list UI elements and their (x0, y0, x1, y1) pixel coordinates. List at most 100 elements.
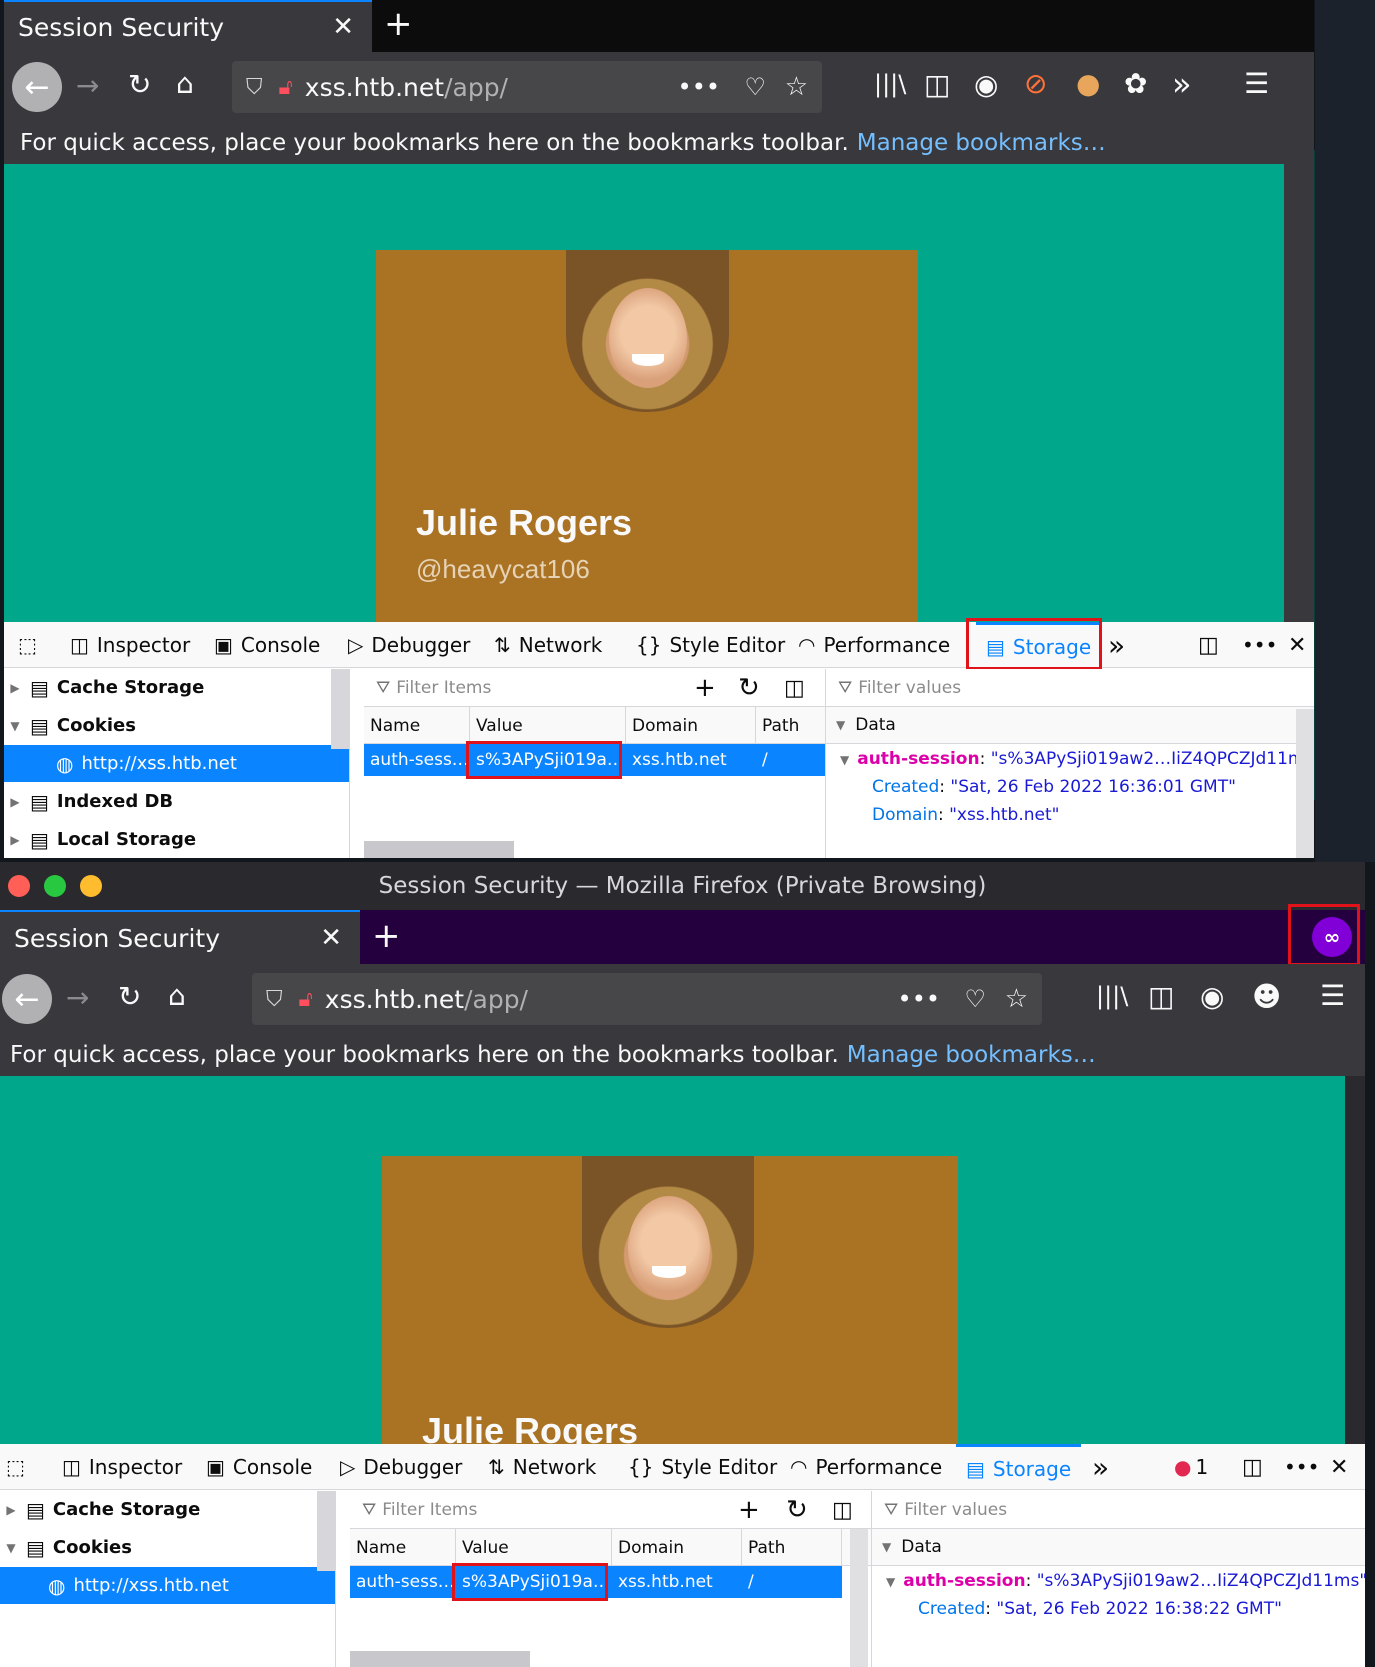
more-icon[interactable]: ••• (898, 985, 940, 1013)
account-icon[interactable]: ◉ (974, 71, 998, 99)
refresh-icon[interactable]: ↻ (786, 1495, 808, 1525)
forward-icon[interactable]: → (76, 72, 99, 100)
manage-bookmarks-link[interactable]: Manage bookmarks… (857, 130, 1106, 156)
column-name[interactable]: Name (364, 707, 470, 744)
back-icon[interactable]: ← (12, 62, 62, 112)
scrollbar[interactable] (850, 1529, 868, 1667)
data-domain[interactable]: Domain: "xss.htb.net" (872, 805, 1059, 825)
tree-cookie-origin[interactable]: ◍ http://xss.htb.net (4, 745, 349, 782)
tree-cache-storage[interactable]: ▶ ▤ Cache Storage (4, 669, 349, 706)
column-domain[interactable]: Domain (626, 707, 756, 744)
dock-icon[interactable]: ◫ (1242, 1444, 1263, 1490)
column-value[interactable]: Value (456, 1529, 612, 1566)
close-icon[interactable]: ✕ (1288, 622, 1306, 668)
scrollbar[interactable] (1345, 1076, 1365, 1444)
data-created[interactable]: Created: "Sat, 26 Feb 2022 16:36:01 GMT" (872, 777, 1236, 797)
url-bar[interactable]: ⛉ 🔓︎ xss.htb.net/app/ ••• ♡ ☆ (252, 973, 1042, 1025)
minimize-window-button[interactable] (44, 875, 66, 897)
more-icon[interactable]: ••• (678, 73, 720, 101)
tab-style-editor[interactable]: {} Style Editor (628, 1444, 777, 1490)
tab-session-security[interactable]: Session Security ✕ (0, 910, 360, 964)
dock-icon[interactable]: ◫ (1198, 622, 1219, 668)
tab-performance[interactable]: ◠ Performance (790, 1444, 942, 1490)
add-icon[interactable]: + (694, 673, 716, 703)
home-icon[interactable]: ⌂ (168, 982, 186, 1010)
extension-icon[interactable]: ✿ (1124, 70, 1147, 98)
column-path[interactable]: Path (742, 1529, 842, 1566)
scrollbar[interactable] (364, 841, 514, 858)
tab-console[interactable]: ▣ Console (206, 1444, 312, 1490)
data-created[interactable]: Created: "Sat, 26 Feb 2022 16:38:22 GMT" (918, 1599, 1282, 1619)
url-bar[interactable]: ⛉ 🔓︎ xss.htb.net/app/ ••• ♡ ☆ (232, 61, 822, 113)
tab-session-security[interactable]: Session Security ✕ (4, 0, 372, 52)
account-icon[interactable]: ◉ (1200, 983, 1224, 1011)
tab-network[interactable]: ⇅ Network (488, 1444, 596, 1490)
tab-performance[interactable]: ◠ Performance (798, 622, 950, 668)
pocket-icon[interactable]: ♡ (744, 73, 766, 101)
star-icon[interactable]: ☆ (1005, 984, 1028, 1014)
tab-inspector[interactable]: ◫ Inspector (70, 622, 190, 668)
filter-values-input[interactable]: ⛛ Filter values (872, 1491, 1365, 1529)
extension-icon[interactable]: ☻ (1252, 983, 1281, 1011)
overflow-icon[interactable]: » (1172, 68, 1192, 100)
menu-icon[interactable]: ☰ (1320, 982, 1345, 1010)
reload-icon[interactable]: ↻ (118, 983, 141, 1011)
close-window-button[interactable] (8, 875, 30, 897)
data-entry[interactable]: ▼ auth-session: "s%3APySji019aw2…IiZ4QPCZ… (840, 749, 1314, 769)
sidebar-icon[interactable]: ◫ (1148, 983, 1174, 1011)
library-icon[interactable]: |||\ (1096, 984, 1128, 1008)
overflow-icon[interactable]: » (1108, 622, 1125, 668)
more-icon[interactable]: ••• (1242, 622, 1277, 668)
element-picker-icon[interactable]: ⬚ (6, 1444, 33, 1490)
tab-debugger[interactable]: ▷ Debugger (340, 1444, 462, 1490)
filter-values-input[interactable]: ⛛ Filter values (826, 669, 1314, 707)
tab-console[interactable]: ▣ Console (214, 622, 320, 668)
error-count-badge[interactable]: ● 1 (1174, 1444, 1208, 1490)
tree-local-storage[interactable]: ▶ ▤ Local Storage (4, 821, 349, 858)
overflow-icon[interactable]: » (1092, 1444, 1109, 1490)
add-icon[interactable]: + (738, 1495, 760, 1525)
library-icon[interactable]: |||\ (874, 72, 906, 96)
tree-cookies[interactable]: ▼ ▤ Cookies (0, 1529, 335, 1566)
column-path[interactable]: Path (756, 707, 826, 744)
menu-icon[interactable]: ☰ (1244, 70, 1269, 98)
column-name[interactable]: Name (350, 1529, 456, 1566)
sidebar-toggle-icon[interactable]: ◫ (784, 676, 805, 701)
scrollbar[interactable] (317, 1491, 335, 1571)
reload-icon[interactable]: ↻ (128, 71, 151, 99)
more-icon[interactable]: ••• (1284, 1444, 1319, 1490)
home-icon[interactable]: ⌂ (176, 70, 194, 98)
tree-indexed-db[interactable]: ▶ ▤ Indexed DB (4, 783, 349, 820)
scrollbar[interactable] (331, 669, 349, 749)
element-picker-icon[interactable]: ⬚ (18, 622, 45, 668)
tab-inspector[interactable]: ◫ Inspector (62, 1444, 182, 1490)
forward-icon[interactable]: → (66, 984, 89, 1012)
tree-cache-storage[interactable]: ▶ ▤ Cache Storage (0, 1491, 335, 1528)
scrollbar[interactable] (1296, 709, 1314, 858)
close-icon[interactable]: ✕ (332, 12, 354, 42)
tree-cookies[interactable]: ▼ ▤ Cookies (4, 707, 349, 744)
tab-debugger[interactable]: ▷ Debugger (348, 622, 470, 668)
extension-icon[interactable]: ⊘ (1024, 70, 1047, 98)
sidebar-toggle-icon[interactable]: ◫ (832, 1498, 853, 1523)
tree-cookie-origin[interactable]: ◍ http://xss.htb.net (0, 1567, 335, 1604)
shield-icon[interactable]: ⛉ (246, 75, 263, 100)
back-icon[interactable]: ← (2, 974, 52, 1024)
pocket-icon[interactable]: ♡ (964, 985, 986, 1013)
sidebar-icon[interactable]: ◫ (924, 71, 950, 99)
star-icon[interactable]: ☆ (785, 72, 808, 102)
scrollbar[interactable] (350, 1651, 530, 1667)
cookie-icon[interactable]: ● (1076, 70, 1100, 98)
refresh-icon[interactable]: ↻ (738, 673, 760, 703)
column-domain[interactable]: Domain (612, 1529, 742, 1566)
tab-style-editor[interactable]: {} Style Editor (636, 622, 785, 668)
insecure-lock-icon[interactable]: 🔓︎ (279, 75, 293, 100)
plus-icon[interactable]: + (384, 4, 413, 44)
column-value[interactable]: Value (470, 707, 626, 744)
close-icon[interactable]: ✕ (320, 923, 342, 953)
zoom-window-button[interactable] (80, 875, 102, 897)
data-entry[interactable]: ▼ auth-session: "s%3APySji019aw2…IiZ4QPCZ… (886, 1571, 1365, 1591)
manage-bookmarks-link[interactable]: Manage bookmarks… (847, 1042, 1096, 1068)
shield-icon[interactable]: ⛉ (266, 987, 283, 1012)
insecure-lock-icon[interactable]: 🔓︎ (299, 987, 313, 1012)
